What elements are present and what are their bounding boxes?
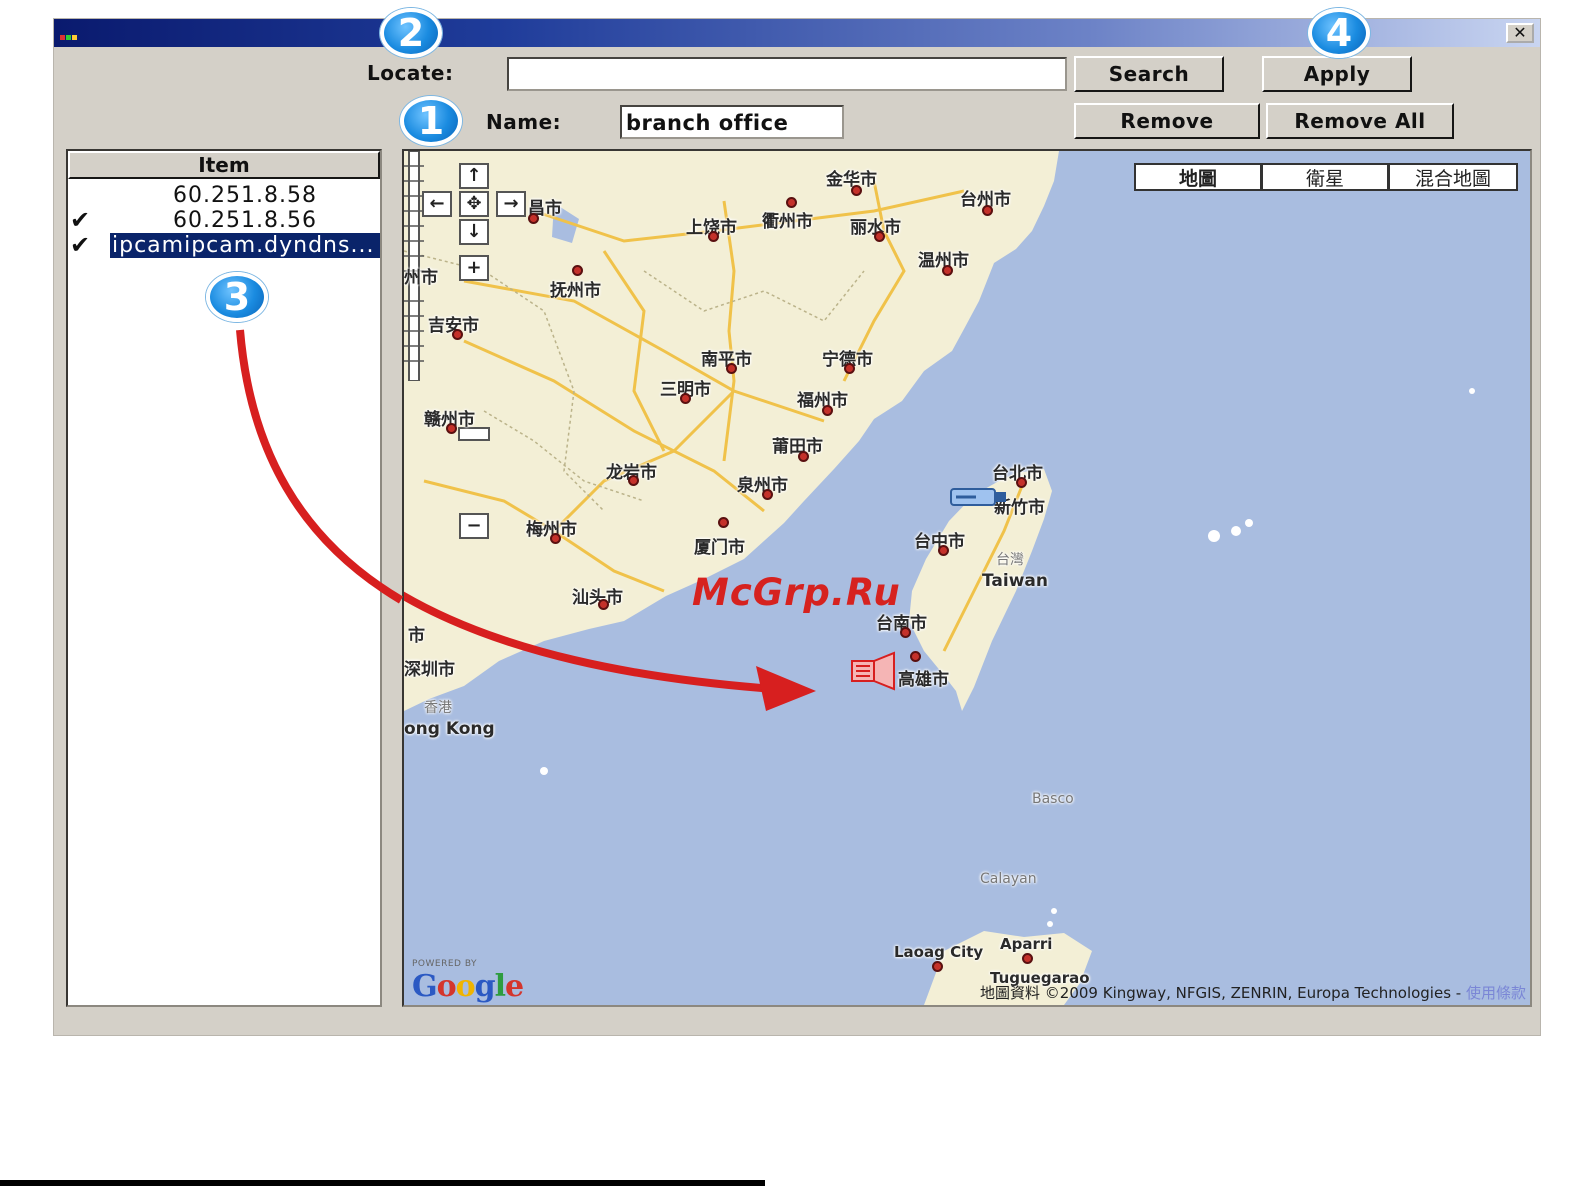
map-place-label: Laoag City	[894, 943, 984, 961]
city-marker-icon	[822, 405, 833, 416]
map-place-label: 台灣	[996, 552, 1024, 568]
camera-icon[interactable]	[950, 485, 1008, 511]
map-place-label: ong Kong	[404, 719, 495, 739]
city-marker-icon	[982, 205, 993, 216]
google-wordmark: Google	[412, 969, 524, 1004]
city-marker-icon	[900, 627, 911, 638]
city-marker-icon	[762, 489, 773, 500]
speaker-icon[interactable]	[850, 651, 904, 691]
map-place-label: Calayan	[980, 871, 1037, 887]
map-type-satellite-button[interactable]: 衛星	[1261, 163, 1389, 191]
page-divider	[0, 1180, 765, 1186]
map-type-map-button[interactable]: 地圖	[1134, 163, 1262, 191]
city-marker-icon	[938, 545, 949, 556]
map-place-label: 衢州市	[762, 212, 813, 232]
remove-all-button[interactable]: Remove All	[1266, 103, 1454, 139]
copyright-text: 地圖資料 ©2009 Kingway, NFGIS, ZENRIN, Europ…	[980, 984, 1462, 1002]
city-marker-icon	[786, 197, 797, 208]
map-place-label: Aparri	[1000, 935, 1053, 953]
map-copyright: 地圖資料 ©2009 Kingway, NFGIS, ZENRIN, Europ…	[980, 982, 1526, 1003]
terms-link[interactable]: 使用條款	[1466, 984, 1526, 1002]
city-marker-icon	[942, 265, 953, 276]
map-place-label: Basco	[1032, 791, 1074, 807]
city-marker-icon	[1022, 953, 1033, 964]
search-button[interactable]: Search	[1074, 56, 1224, 92]
city-marker-icon	[798, 451, 809, 462]
city-marker-icon	[1016, 477, 1027, 488]
city-marker-icon	[932, 961, 943, 972]
close-button[interactable]: ✕	[1506, 23, 1534, 43]
powered-by-label: POWERED BY	[412, 959, 478, 969]
city-marker-icon	[851, 185, 862, 196]
map-type-hybrid-button[interactable]: 混合地圖	[1388, 163, 1518, 191]
city-marker-icon	[874, 231, 885, 242]
map-place-label: Taiwan	[982, 571, 1048, 591]
callout-4-badge: 4	[1308, 8, 1370, 58]
city-marker-icon	[844, 363, 855, 374]
drag-arrow	[236, 329, 404, 604]
google-logo[interactable]: POWERED BY Google	[412, 959, 524, 1004]
city-marker-icon	[910, 651, 921, 662]
remove-button[interactable]: Remove	[1074, 103, 1260, 139]
map-place-label: 高雄市	[898, 670, 949, 690]
apply-button[interactable]: Apply	[1262, 56, 1412, 92]
